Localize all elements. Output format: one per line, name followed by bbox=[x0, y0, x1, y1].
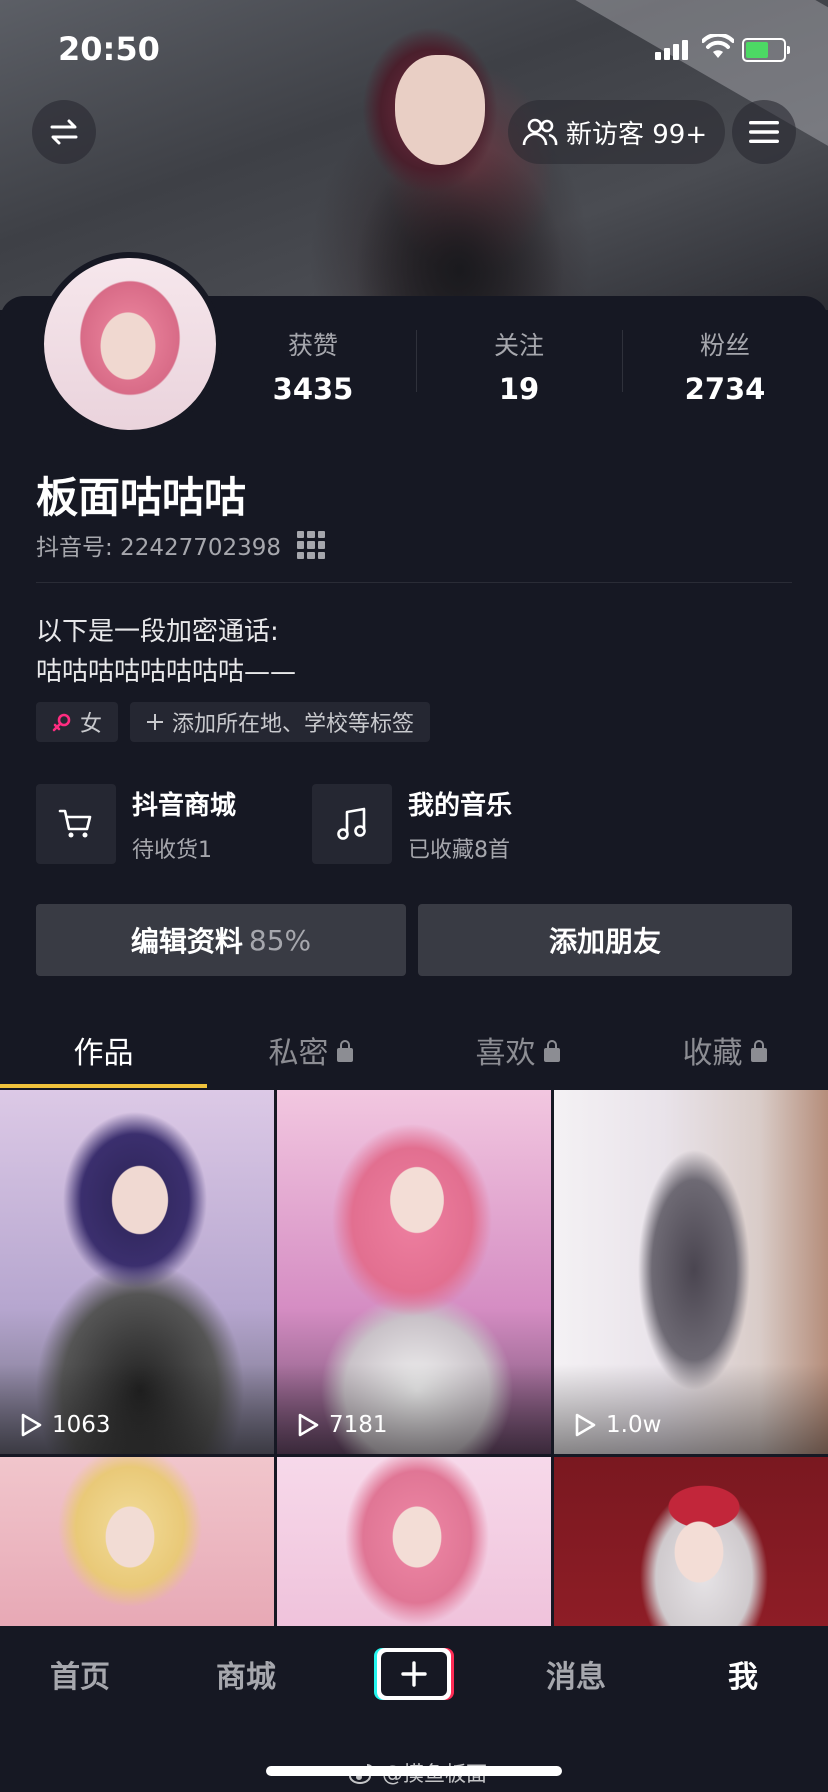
gender-label: 女 bbox=[80, 712, 103, 737]
video-thumbnail[interactable] bbox=[554, 1457, 828, 1626]
tab-private[interactable]: 私密 bbox=[207, 1010, 414, 1088]
bio-line: 咕咕咕咕咕咕咕咕—— bbox=[36, 657, 297, 687]
video-thumbnail[interactable] bbox=[277, 1457, 551, 1626]
profile-stats: 获赞 3435 关注 19 粉丝 2734 bbox=[210, 320, 828, 410]
douyin-id-row[interactable]: 抖音号: 22427702398 bbox=[36, 528, 326, 562]
gender-tag[interactable]: 女 bbox=[36, 702, 119, 742]
play-icon bbox=[575, 1413, 596, 1437]
tab-label: 收藏 bbox=[682, 1036, 743, 1071]
swap-arrows-icon bbox=[50, 119, 78, 145]
tab-works[interactable]: 作品 bbox=[0, 1010, 207, 1088]
music-title: 我的音乐 bbox=[408, 790, 513, 821]
video-thumbnail[interactable] bbox=[0, 1457, 274, 1626]
tab-favorites[interactable]: 收藏 bbox=[621, 1010, 828, 1088]
watermark: @摸鱼板面 bbox=[348, 1758, 487, 1788]
content-tabs: 作品 私密 喜欢 收藏 bbox=[0, 1010, 828, 1088]
music-entry[interactable]: 我的音乐 已收藏8首 bbox=[312, 784, 512, 864]
nav-messages[interactable]: 消息 bbox=[546, 1652, 606, 1696]
bio: 以下是一段加密通话: 咕咕咕咕咕咕咕咕—— bbox=[36, 612, 296, 692]
add-tag-button[interactable]: 添加所在地、学校等标签 bbox=[130, 702, 431, 742]
play-count: 7181 bbox=[297, 1412, 388, 1438]
play-count-value: 7181 bbox=[329, 1412, 388, 1438]
shop-title: 抖音商城 bbox=[132, 790, 237, 821]
female-symbol-icon bbox=[52, 713, 71, 732]
create-button[interactable] bbox=[374, 1648, 454, 1700]
stat-value: 2734 bbox=[684, 372, 766, 406]
wifi-icon bbox=[702, 34, 734, 58]
profile-tags: 女 添加所在地、学校等标签 bbox=[36, 702, 431, 742]
music-subtitle: 已收藏8首 bbox=[408, 837, 510, 863]
video-thumbnail[interactable]: 1.0w bbox=[554, 1090, 828, 1454]
stat-value: 3435 bbox=[272, 372, 354, 406]
hamburger-icon bbox=[749, 121, 779, 143]
status-time: 20:50 bbox=[58, 30, 160, 68]
weibo-icon bbox=[349, 1764, 374, 1784]
play-count-value: 1063 bbox=[52, 1412, 111, 1438]
tab-likes[interactable]: 喜欢 bbox=[414, 1010, 621, 1088]
divider bbox=[36, 582, 792, 583]
stat-likes[interactable]: 获赞 3435 bbox=[210, 320, 416, 410]
stat-following[interactable]: 关注 19 bbox=[416, 320, 622, 410]
video-thumbnail[interactable]: 7181 bbox=[277, 1090, 551, 1454]
watermark-text: @摸鱼板面 bbox=[382, 1762, 487, 1786]
douyin-id: 抖音号: 22427702398 bbox=[36, 535, 282, 561]
add-tag-label: 添加所在地、学校等标签 bbox=[172, 712, 415, 737]
tab-label: 喜欢 bbox=[475, 1036, 536, 1071]
users-icon bbox=[522, 118, 558, 146]
video-grid: 1063 7181 1.0w bbox=[0, 1090, 828, 1626]
lock-icon bbox=[750, 1040, 767, 1062]
plus-icon bbox=[401, 1661, 427, 1687]
new-visitors-label: 新访客 99+ bbox=[566, 119, 708, 150]
profile-name: 板面咕咕咕 bbox=[36, 473, 247, 522]
stat-followers[interactable]: 粉丝 2734 bbox=[622, 320, 828, 410]
play-icon bbox=[21, 1413, 42, 1437]
nav-home[interactable]: 首页 bbox=[50, 1652, 110, 1696]
status-bar: 20:50 bbox=[0, 0, 828, 100]
music-note-icon bbox=[312, 784, 392, 864]
battery-icon bbox=[742, 38, 790, 62]
video-thumbnail[interactable]: 1063 bbox=[0, 1090, 274, 1454]
stat-label: 获赞 bbox=[287, 331, 338, 360]
avatar[interactable] bbox=[38, 252, 222, 436]
play-icon bbox=[298, 1413, 319, 1437]
stat-label: 粉丝 bbox=[699, 331, 750, 360]
qr-code-icon[interactable] bbox=[297, 531, 326, 559]
switch-account-button[interactable] bbox=[32, 100, 96, 164]
profile-completion: 85% bbox=[248, 923, 312, 957]
play-count: 1063 bbox=[20, 1412, 111, 1438]
stat-label: 关注 bbox=[493, 331, 544, 360]
play-count-value: 1.0w bbox=[606, 1412, 662, 1438]
nav-mall[interactable]: 商城 bbox=[216, 1652, 276, 1696]
nav-me[interactable]: 我 bbox=[728, 1652, 758, 1696]
tab-label: 私密 bbox=[268, 1036, 329, 1071]
cart-icon bbox=[36, 784, 116, 864]
lock-icon bbox=[336, 1040, 353, 1062]
add-friend-button[interactable]: 添加朋友 bbox=[418, 904, 792, 976]
add-friend-label: 添加朋友 bbox=[548, 925, 661, 958]
edit-profile-button[interactable]: 编辑资料 85% bbox=[36, 904, 406, 976]
tab-label: 作品 bbox=[73, 1036, 134, 1071]
menu-button[interactable] bbox=[732, 100, 796, 164]
edit-profile-label: 编辑资料 bbox=[130, 925, 243, 958]
bio-line: 以下是一段加密通话: bbox=[36, 617, 279, 647]
stat-value: 19 bbox=[498, 372, 540, 406]
shop-subtitle: 待收货1 bbox=[132, 837, 212, 863]
new-visitors-button[interactable]: 新访客 99+ bbox=[508, 100, 726, 164]
shop-entry[interactable]: 抖音商城 待收货1 bbox=[36, 784, 236, 864]
lock-icon bbox=[543, 1040, 560, 1062]
play-count: 1.0w bbox=[574, 1412, 661, 1438]
signal-icon bbox=[655, 40, 688, 60]
plus-icon bbox=[147, 714, 164, 730]
